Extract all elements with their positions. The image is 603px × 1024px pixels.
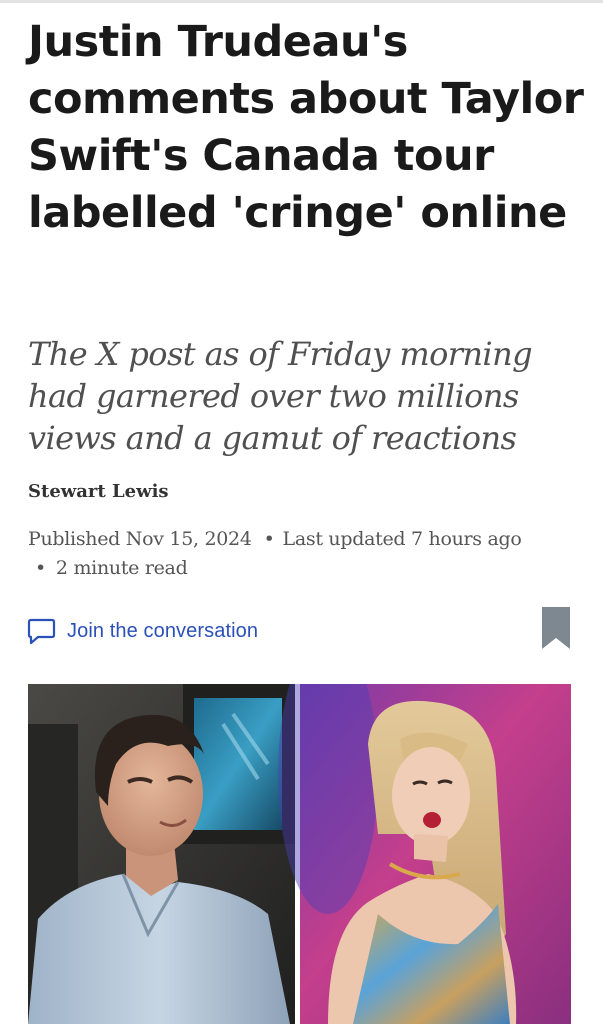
top-divider bbox=[0, 0, 603, 3]
author-byline[interactable]: Stewart Lewis bbox=[28, 479, 169, 505]
last-updated: Last updated 7 hours ago bbox=[282, 528, 522, 550]
article-photo[interactable] bbox=[28, 684, 571, 1024]
read-time: 2 minute read bbox=[55, 557, 188, 579]
join-conversation-label: Join the conversation bbox=[67, 619, 259, 642]
article-subheadline: The X post as of Friday morning had garn… bbox=[28, 335, 533, 457]
article-headline: Justin Trudeau's comments about Taylor S… bbox=[28, 17, 584, 238]
comment-icon bbox=[27, 618, 56, 644]
published-date: Published Nov 15, 2024 bbox=[28, 528, 252, 550]
article-meta: Published Nov 15, 2024 • Last updated 7 ho… bbox=[28, 525, 588, 583]
meta-separator: • bbox=[35, 557, 46, 579]
bookmark-icon[interactable] bbox=[541, 607, 571, 649]
meta-separator: • bbox=[263, 528, 275, 550]
join-conversation-link[interactable]: Join the conversation bbox=[27, 616, 258, 646]
